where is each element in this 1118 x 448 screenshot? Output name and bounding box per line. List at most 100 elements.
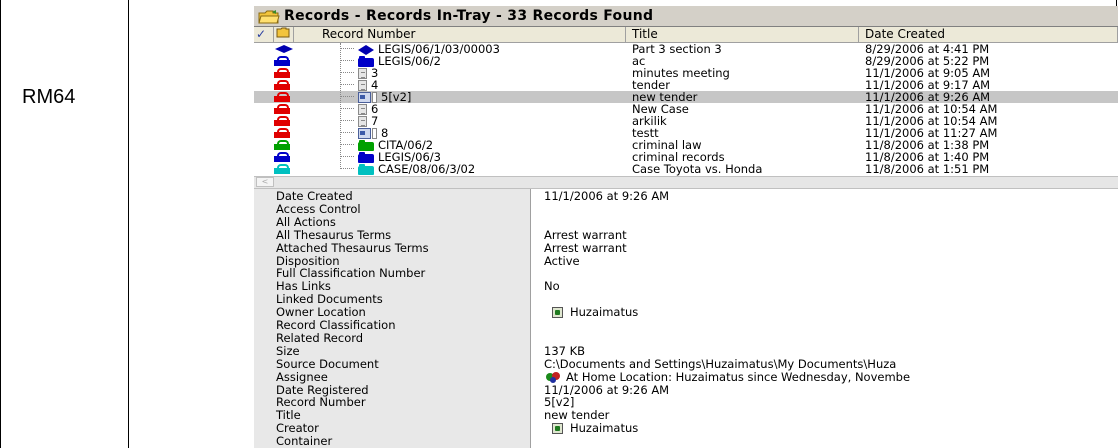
property-row[interactable]: Size 137 KB xyxy=(254,344,1118,358)
property-row[interactable]: Date Created 11/1/2006 at 9:26 AM xyxy=(254,189,1118,203)
property-label: Record Classification xyxy=(276,318,396,332)
document-icon xyxy=(358,115,367,127)
record-number-cell: 4 xyxy=(302,78,626,92)
scroll-left-button[interactable]: < xyxy=(256,177,274,187)
folder-icon xyxy=(358,55,374,67)
property-row[interactable]: Full Classification Number xyxy=(254,266,1118,280)
property-value-text: 137 KB xyxy=(544,344,586,358)
column-date-created[interactable]: Date Created xyxy=(859,27,1118,42)
security-level-cell xyxy=(254,43,302,55)
property-value: Huzaimatus xyxy=(544,305,638,319)
property-value: Arrest warrant xyxy=(544,241,627,255)
property-value-text: Huzaimatus xyxy=(570,305,639,319)
property-row[interactable]: Linked Documents xyxy=(254,292,1118,306)
property-label: Date Created xyxy=(276,189,353,203)
column-folder-icon[interactable] xyxy=(274,27,294,42)
security-level-cell xyxy=(254,151,302,163)
horizontal-scrollbar[interactable]: < xyxy=(254,176,1118,189)
property-label: Title xyxy=(276,408,301,422)
row-label: RM64 xyxy=(22,86,76,108)
record-number-cell: 5[v2] xyxy=(302,90,626,104)
record-number-cell: CITA/06/2 xyxy=(302,138,626,152)
tree-connector xyxy=(340,48,354,49)
property-value: new tender xyxy=(544,408,609,422)
record-number-cell: LEGIS/06/1/03/00003 xyxy=(302,42,626,56)
document-icon xyxy=(358,67,367,79)
property-row[interactable]: Has Links No xyxy=(254,279,1118,293)
property-row[interactable]: Related Record xyxy=(254,331,1118,345)
property-value-text: 11/1/2006 at 9:26 AM xyxy=(544,189,670,203)
property-row[interactable]: Access Control xyxy=(254,202,1118,216)
tree-connector xyxy=(340,132,354,133)
property-value-text: C:\Documents and Settings\Huzaimatus\My … xyxy=(544,357,897,371)
security-lock-icon xyxy=(274,92,290,102)
property-row[interactable]: All Thesaurus Terms Arrest warrant xyxy=(254,228,1118,242)
window-title: Records - Records In-Tray - 33 Records F… xyxy=(284,8,654,24)
security-lock-icon xyxy=(274,116,290,126)
property-row[interactable]: Record Number 5[v2] xyxy=(254,395,1118,409)
property-label: Size xyxy=(276,344,300,358)
property-value: 5[v2] xyxy=(544,395,574,409)
property-row[interactable]: Creator Huzaimatus xyxy=(254,421,1118,435)
document-version-icon xyxy=(358,91,377,103)
folder-icon xyxy=(358,163,374,175)
user-icon xyxy=(552,422,563,434)
property-row[interactable]: Source Document C:\Documents and Settings… xyxy=(254,357,1118,371)
records-folder-icon xyxy=(258,9,280,24)
records-window: Records - Records In-Tray - 33 Records F… xyxy=(254,6,1118,448)
security-level-cell xyxy=(254,67,302,79)
title-bar: Records - Records In-Tray - 33 Records F… xyxy=(254,6,1118,27)
tree-connector xyxy=(340,84,354,85)
property-row[interactable]: Owner Location Huzaimatus xyxy=(254,305,1118,319)
record-number-cell: LEGIS/06/2 xyxy=(302,54,626,68)
record-number: 5[v2] xyxy=(381,90,412,104)
column-header: ✓ Record Number Title Date Created xyxy=(254,27,1118,43)
record-title: Case Toyota vs. Honda xyxy=(632,162,763,176)
security-level-cell xyxy=(254,127,302,139)
property-value: C:\Documents and Settings\Huzaimatus\My … xyxy=(544,357,896,371)
security-level-cell xyxy=(254,163,302,175)
security-lock-icon xyxy=(274,140,290,150)
record-number: 4 xyxy=(371,78,379,92)
tree-connector xyxy=(340,72,354,73)
property-label: Attached Thesaurus Terms xyxy=(276,241,429,255)
property-row[interactable]: Attached Thesaurus Terms Arrest warrant xyxy=(254,241,1118,255)
table-row[interactable]: CASE/08/06/3/02 Case Toyota vs. Honda 11/8… xyxy=(254,162,1118,176)
property-row[interactable]: Container xyxy=(254,434,1118,448)
security-lock-icon xyxy=(274,128,290,138)
tree-line xyxy=(340,43,341,169)
property-label: Full Classification Number xyxy=(276,266,426,280)
tree-connector xyxy=(340,156,354,157)
tree-connector xyxy=(340,144,354,145)
record-date-created: 11/8/2006 at 1:51 PM xyxy=(865,162,990,176)
property-value: Arrest warrant xyxy=(544,228,627,242)
property-value-text: Arrest warrant xyxy=(544,241,627,255)
record-number-cell: CASE/08/06/3/02 xyxy=(302,162,626,176)
property-row[interactable]: All Actions xyxy=(254,215,1118,229)
column-title[interactable]: Title xyxy=(626,27,859,42)
security-lock-icon xyxy=(274,68,290,78)
record-number: 7 xyxy=(371,114,379,128)
security-level-cell xyxy=(254,139,302,151)
property-row[interactable]: Title new tender xyxy=(254,408,1118,422)
classification-diamond-icon xyxy=(358,44,374,55)
column-check[interactable]: ✓ xyxy=(254,27,274,42)
property-label: Source Document xyxy=(276,357,379,371)
security-lock-icon xyxy=(274,104,290,114)
column-record-number[interactable]: Record Number xyxy=(294,27,626,42)
property-label: Creator xyxy=(276,421,319,435)
property-value: 11/1/2006 at 9:26 AM xyxy=(544,189,669,203)
record-number-cell: 3 xyxy=(302,66,626,80)
property-value-text: Huzaimatus xyxy=(570,421,639,435)
property-row[interactable]: Assignee At Home Location: Huzaimatus sin… xyxy=(254,370,1118,384)
property-value-text: No xyxy=(544,279,560,293)
property-label: Record Number xyxy=(276,395,366,409)
record-number: LEGIS/06/2 xyxy=(378,54,441,68)
property-value-text: new tender xyxy=(544,408,610,422)
records-list: LEGIS/06/1/03/00003 Part 3 section 3 8/29/… xyxy=(254,42,1118,176)
record-number: CASE/08/06/3/02 xyxy=(378,162,476,176)
property-value-text: Arrest warrant xyxy=(544,228,627,242)
document-version-icon xyxy=(358,127,377,139)
folder-icon xyxy=(358,139,374,151)
property-row[interactable]: Record Classification xyxy=(254,318,1118,332)
